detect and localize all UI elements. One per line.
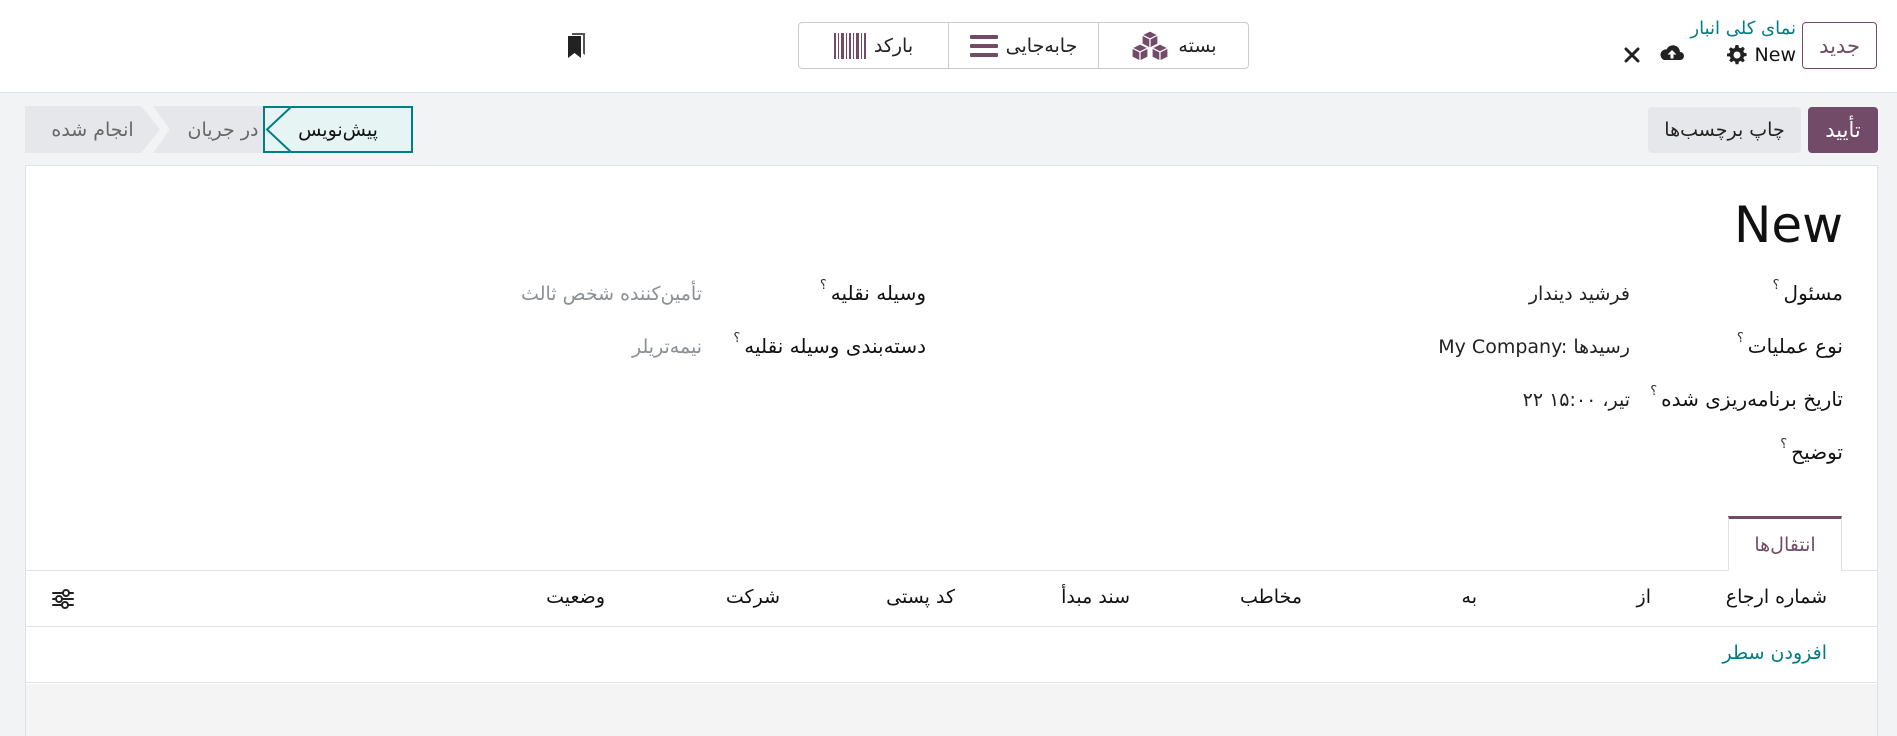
vehicle-category-field[interactable]: نیمه‌تریلر xyxy=(632,336,702,358)
help-icon[interactable]: ؟ xyxy=(733,331,740,346)
form-sheet: New ؟ مسئول فرشید دیندار ؟ نوع عملیات My… xyxy=(25,165,1878,736)
scheduled-date-label: ؟ تاریخ برنامه‌ریزی شده xyxy=(1650,384,1843,411)
cloud-upload-icon[interactable] xyxy=(1657,42,1687,66)
help-icon[interactable]: ؟ xyxy=(1650,384,1657,399)
add-line-link[interactable]: افزودن سطر xyxy=(1723,642,1827,664)
new-button[interactable]: جدید xyxy=(1802,22,1877,69)
cubes-icon xyxy=(1130,29,1170,62)
help-icon[interactable]: ؟ xyxy=(1780,437,1787,452)
help-icon[interactable]: ؟ xyxy=(1737,331,1744,346)
barcode-segment-button[interactable]: بارکد xyxy=(799,23,948,68)
table-header: شماره ارجاع از به مخاطب سند مبدأ کد پستی… xyxy=(26,571,1877,627)
column-to[interactable]: به xyxy=(1462,586,1477,608)
breadcrumb-parent-link[interactable]: نمای کلی انبار xyxy=(1690,18,1796,39)
operation-type-label: ؟ نوع عملیات xyxy=(1736,331,1843,358)
column-zip[interactable]: کد پستی xyxy=(886,586,955,608)
close-icon[interactable] xyxy=(1622,44,1642,66)
responsible-field[interactable]: فرشید دیندار xyxy=(1529,283,1630,305)
description-label: ؟ توضیح xyxy=(1780,437,1843,464)
sliders-icon[interactable] xyxy=(51,588,77,610)
responsible-label: ؟ مسئول xyxy=(1772,278,1843,305)
stage-done[interactable]: انجام شده xyxy=(25,106,160,153)
moves-segment-label: جابه‌جایی xyxy=(1005,34,1078,57)
vehicle-category-label: ؟ دسته‌بندی وسیله نقلیه xyxy=(733,331,926,358)
gear-icon[interactable] xyxy=(1726,44,1748,66)
column-source-document[interactable]: سند مبدأ xyxy=(1061,586,1130,608)
column-reference[interactable]: شماره ارجاع xyxy=(1726,586,1827,608)
description-field[interactable] xyxy=(1030,442,1630,468)
record-title: New xyxy=(1733,196,1843,254)
package-segment-button[interactable]: بسته xyxy=(1098,23,1248,68)
column-status[interactable]: وضعیت xyxy=(546,586,605,608)
package-segment-label: بسته xyxy=(1178,34,1217,57)
top-bar: جدید نمای کلی انبار New بسته xyxy=(0,0,1897,93)
tab-transfers[interactable]: انتقال‌ها xyxy=(1728,516,1842,571)
stage-draft-arrow xyxy=(265,106,291,153)
list-icon xyxy=(969,34,998,58)
column-contact[interactable]: مخاطب xyxy=(1240,586,1302,608)
vehicle-field[interactable]: تأمین‌کننده شخص ثالث xyxy=(521,283,702,305)
moves-segment-button[interactable]: جابه‌جایی xyxy=(948,23,1098,68)
barcode-icon xyxy=(833,32,866,59)
operation-type-field[interactable]: My Company: رسیدها xyxy=(1438,336,1630,358)
column-from[interactable]: از xyxy=(1637,586,1651,608)
help-icon[interactable]: ؟ xyxy=(1773,278,1780,293)
bookmark-icon[interactable] xyxy=(566,32,588,60)
confirm-button[interactable]: تأیید xyxy=(1808,107,1878,153)
help-icon[interactable]: ؟ xyxy=(820,278,827,293)
empty-row xyxy=(26,684,1877,736)
scheduled-date-field[interactable]: ۲۲ تیر، ۱۵:۰۰ xyxy=(1523,389,1630,411)
print-labels-button[interactable]: چاپ برچسب‌ها xyxy=(1648,107,1801,153)
add-line-row: افزودن سطر xyxy=(26,628,1877,683)
breadcrumb-current: New xyxy=(1754,44,1796,66)
operations-segment-bar: بسته جابه‌جایی بارکد xyxy=(798,22,1249,69)
barcode-segment-label: بارکد xyxy=(873,34,914,57)
column-company[interactable]: شرکت xyxy=(726,586,780,608)
status-bar: انجام شده در جریان پیش‌نویس xyxy=(25,106,413,153)
vehicle-label: ؟ وسیله نقلیه xyxy=(819,278,926,305)
